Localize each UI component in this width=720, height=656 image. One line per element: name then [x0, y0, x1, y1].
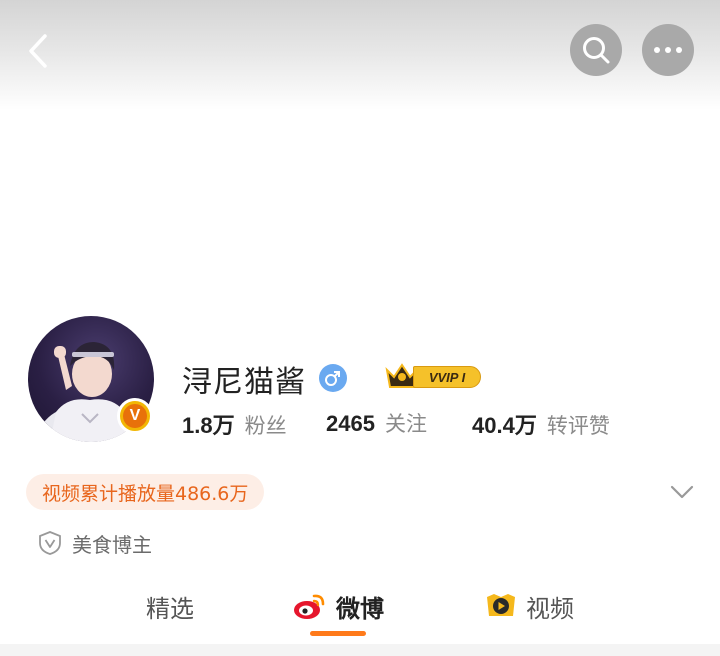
vvip-badge[interactable]: VVIP I: [385, 362, 483, 390]
back-button[interactable]: [18, 30, 58, 72]
stat-label: 转评赞: [546, 414, 610, 438]
expand-button[interactable]: [668, 478, 696, 506]
stat-value: 1.8万: [182, 413, 235, 438]
video-play-icon: [487, 594, 515, 616]
chevron-left-icon: [29, 34, 47, 68]
stat-label: 关注: [384, 412, 427, 436]
active-tab-indicator: [310, 631, 366, 636]
stat-likes[interactable]: 40.4万 转评赞: [472, 408, 610, 440]
tab-featured[interactable]: 精选: [146, 582, 194, 630]
tab-label: 精选: [146, 594, 194, 623]
tab-weibo[interactable]: 微博: [292, 582, 384, 630]
tab-label: 视频: [526, 594, 574, 623]
search-button[interactable]: [570, 24, 622, 76]
stat-label: 粉丝: [244, 414, 287, 438]
tab-video[interactable]: 视频: [484, 582, 574, 630]
more-button[interactable]: [642, 24, 694, 76]
profile-name: 浔尼猫酱: [182, 365, 306, 400]
tab-label: 微博: [336, 594, 384, 623]
stat-following[interactable]: 2465 关注: [326, 408, 427, 438]
stats-row: 1.8万 粉丝 2465 关注 40.4万 转评赞: [0, 408, 720, 438]
male-icon: [319, 364, 347, 392]
tag-text: 美食博主: [72, 532, 152, 557]
stat-fans[interactable]: 1.8万 粉丝: [182, 408, 287, 440]
vvip-label-box: VVIP I: [413, 366, 481, 388]
video-play-count-badge[interactable]: 视频累计播放量486.6万: [26, 474, 265, 510]
stat-value: 40.4万: [472, 413, 537, 438]
weibo-icon: [294, 594, 325, 619]
more-dots-icon: [654, 47, 682, 53]
divider: [0, 644, 720, 656]
stat-value: 2465: [326, 411, 375, 436]
search-icon: [583, 37, 610, 64]
vvip-label: VVIP I: [428, 369, 466, 385]
shield-v-icon: [39, 531, 61, 555]
chevron-down-icon: [670, 485, 694, 499]
profile-tabs: 精选 微博 视频: [0, 582, 720, 634]
tag-row[interactable]: 美食博主: [38, 528, 152, 558]
